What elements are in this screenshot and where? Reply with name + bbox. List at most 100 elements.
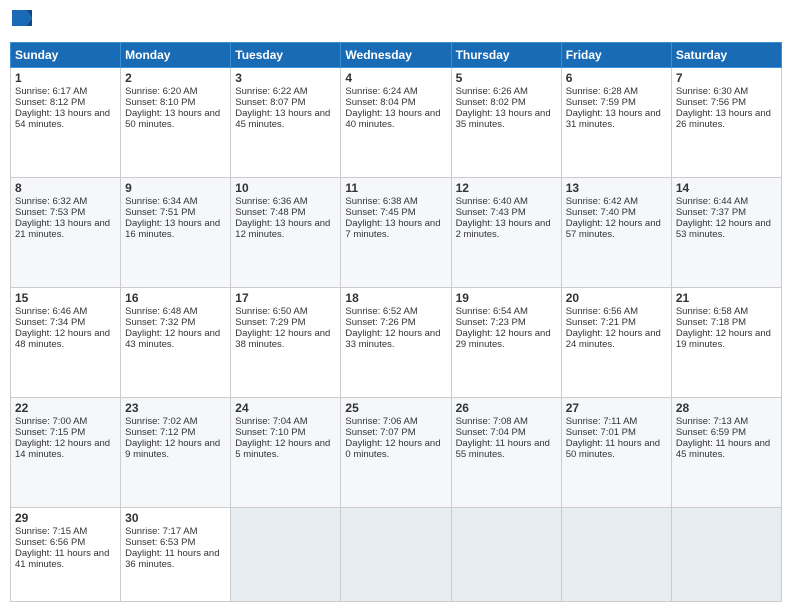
header: [10, 10, 782, 34]
sunrise-label: Sunrise: 6:17 AM: [15, 86, 87, 97]
sunset-label: Sunset: 7:01 PM: [566, 427, 636, 438]
daylight-label: Daylight: 11 hours and 41 minutes.: [15, 548, 109, 570]
sunset-label: Sunset: 8:04 PM: [345, 97, 415, 108]
sunset-label: Sunset: 6:56 PM: [15, 537, 85, 548]
sunset-label: Sunset: 7:29 PM: [235, 317, 305, 328]
table-row: 5Sunrise: 6:26 AMSunset: 8:02 PMDaylight…: [451, 68, 561, 178]
daylight-label: Daylight: 13 hours and 12 minutes.: [235, 218, 330, 240]
table-row: 1Sunrise: 6:17 AMSunset: 8:12 PMDaylight…: [11, 68, 121, 178]
day-number: 9: [125, 181, 226, 195]
sunrise-label: Sunrise: 7:13 AM: [676, 416, 748, 427]
sunrise-label: Sunrise: 7:11 AM: [566, 416, 638, 427]
sunrise-label: Sunrise: 6:28 AM: [566, 86, 638, 97]
sunset-label: Sunset: 7:34 PM: [15, 317, 85, 328]
sunrise-label: Sunrise: 6:54 AM: [456, 306, 528, 317]
table-row: 15Sunrise: 6:46 AMSunset: 7:34 PMDayligh…: [11, 288, 121, 398]
day-number: 20: [566, 291, 667, 305]
day-number: 15: [15, 291, 116, 305]
table-row: [451, 508, 561, 602]
sunrise-label: Sunrise: 6:22 AM: [235, 86, 307, 97]
day-number: 8: [15, 181, 116, 195]
daylight-label: Daylight: 12 hours and 5 minutes.: [235, 438, 330, 460]
table-row: 16Sunrise: 6:48 AMSunset: 7:32 PMDayligh…: [121, 288, 231, 398]
daylight-label: Daylight: 13 hours and 50 minutes.: [125, 108, 220, 130]
daylight-label: Daylight: 13 hours and 16 minutes.: [125, 218, 220, 240]
table-row: 2Sunrise: 6:20 AMSunset: 8:10 PMDaylight…: [121, 68, 231, 178]
sunset-label: Sunset: 7:37 PM: [676, 207, 746, 218]
day-number: 21: [676, 291, 777, 305]
table-row: [671, 508, 781, 602]
sunset-label: Sunset: 6:53 PM: [125, 537, 195, 548]
sunset-label: Sunset: 8:07 PM: [235, 97, 305, 108]
sunset-label: Sunset: 8:02 PM: [456, 97, 526, 108]
sunrise-label: Sunrise: 6:36 AM: [235, 196, 307, 207]
day-number: 30: [125, 511, 226, 525]
daylight-label: Daylight: 13 hours and 7 minutes.: [345, 218, 440, 240]
day-number: 18: [345, 291, 446, 305]
day-header-monday: Monday: [121, 43, 231, 68]
daylight-label: Daylight: 12 hours and 43 minutes.: [125, 328, 220, 350]
day-number: 13: [566, 181, 667, 195]
daylight-label: Daylight: 12 hours and 0 minutes.: [345, 438, 440, 460]
page: SundayMondayTuesdayWednesdayThursdayFrid…: [0, 0, 792, 612]
day-number: 6: [566, 71, 667, 85]
table-row: 9Sunrise: 6:34 AMSunset: 7:51 PMDaylight…: [121, 178, 231, 288]
table-row: 10Sunrise: 6:36 AMSunset: 7:48 PMDayligh…: [231, 178, 341, 288]
day-header-saturday: Saturday: [671, 43, 781, 68]
daylight-label: Daylight: 11 hours and 36 minutes.: [125, 548, 219, 570]
sunrise-label: Sunrise: 6:30 AM: [676, 86, 748, 97]
sunrise-label: Sunrise: 6:42 AM: [566, 196, 638, 207]
sunrise-label: Sunrise: 6:46 AM: [15, 306, 87, 317]
sunrise-label: Sunrise: 6:32 AM: [15, 196, 87, 207]
day-number: 10: [235, 181, 336, 195]
day-header-thursday: Thursday: [451, 43, 561, 68]
daylight-label: Daylight: 13 hours and 35 minutes.: [456, 108, 551, 130]
day-number: 17: [235, 291, 336, 305]
day-number: 23: [125, 401, 226, 415]
table-row: 28Sunrise: 7:13 AMSunset: 6:59 PMDayligh…: [671, 398, 781, 508]
table-row: 11Sunrise: 6:38 AMSunset: 7:45 PMDayligh…: [341, 178, 451, 288]
sunrise-label: Sunrise: 7:00 AM: [15, 416, 87, 427]
sunrise-label: Sunrise: 7:17 AM: [125, 526, 197, 537]
daylight-label: Daylight: 11 hours and 45 minutes.: [676, 438, 770, 460]
daylight-label: Daylight: 12 hours and 33 minutes.: [345, 328, 440, 350]
sunrise-label: Sunrise: 6:20 AM: [125, 86, 197, 97]
sunset-label: Sunset: 7:32 PM: [125, 317, 195, 328]
sunrise-label: Sunrise: 7:15 AM: [15, 526, 87, 537]
day-number: 24: [235, 401, 336, 415]
daylight-label: Daylight: 11 hours and 55 minutes.: [456, 438, 550, 460]
sunset-label: Sunset: 7:56 PM: [676, 97, 746, 108]
sunset-label: Sunset: 7:26 PM: [345, 317, 415, 328]
table-row: 24Sunrise: 7:04 AMSunset: 7:10 PMDayligh…: [231, 398, 341, 508]
day-number: 5: [456, 71, 557, 85]
table-row: [231, 508, 341, 602]
sunset-label: Sunset: 7:10 PM: [235, 427, 305, 438]
day-number: 22: [15, 401, 116, 415]
sunset-label: Sunset: 7:43 PM: [456, 207, 526, 218]
sunset-label: Sunset: 7:04 PM: [456, 427, 526, 438]
day-header-sunday: Sunday: [11, 43, 121, 68]
sunset-label: Sunset: 7:12 PM: [125, 427, 195, 438]
table-row: 25Sunrise: 7:06 AMSunset: 7:07 PMDayligh…: [341, 398, 451, 508]
calendar-table: SundayMondayTuesdayWednesdayThursdayFrid…: [10, 42, 782, 602]
sunset-label: Sunset: 7:23 PM: [456, 317, 526, 328]
sunrise-label: Sunrise: 6:44 AM: [676, 196, 748, 207]
table-row: 29Sunrise: 7:15 AMSunset: 6:56 PMDayligh…: [11, 508, 121, 602]
sunset-label: Sunset: 7:59 PM: [566, 97, 636, 108]
sunset-label: Sunset: 7:51 PM: [125, 207, 195, 218]
daylight-label: Daylight: 13 hours and 45 minutes.: [235, 108, 330, 130]
day-number: 28: [676, 401, 777, 415]
sunset-label: Sunset: 8:12 PM: [15, 97, 85, 108]
sunrise-label: Sunrise: 6:58 AM: [676, 306, 748, 317]
day-number: 14: [676, 181, 777, 195]
daylight-label: Daylight: 12 hours and 14 minutes.: [15, 438, 110, 460]
day-number: 11: [345, 181, 446, 195]
day-number: 2: [125, 71, 226, 85]
day-header-tuesday: Tuesday: [231, 43, 341, 68]
sunrise-label: Sunrise: 7:04 AM: [235, 416, 307, 427]
table-row: 27Sunrise: 7:11 AMSunset: 7:01 PMDayligh…: [561, 398, 671, 508]
table-row: 22Sunrise: 7:00 AMSunset: 7:15 PMDayligh…: [11, 398, 121, 508]
day-number: 29: [15, 511, 116, 525]
table-row: [561, 508, 671, 602]
sunset-label: Sunset: 7:07 PM: [345, 427, 415, 438]
